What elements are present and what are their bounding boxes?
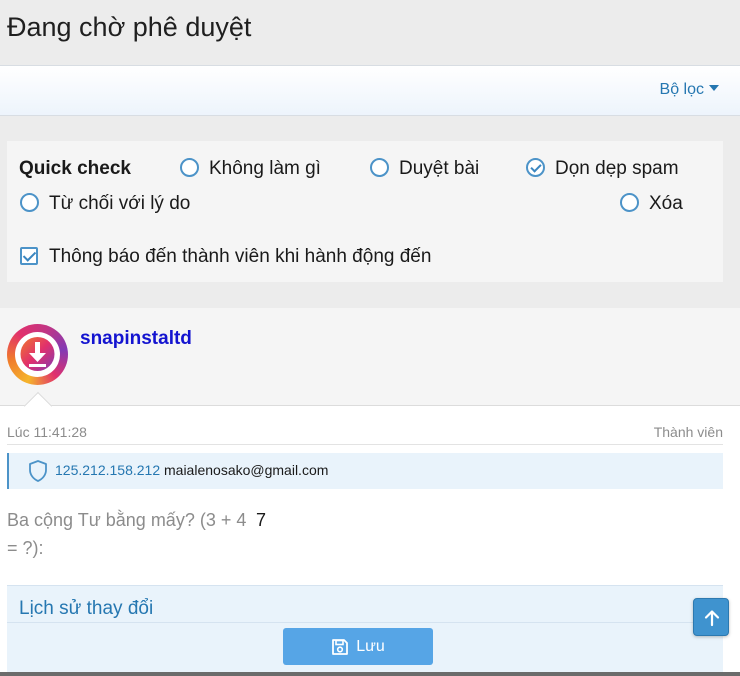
notify-member-option[interactable]: Thông báo đến thành viên khi hành động đ…: [20, 246, 431, 268]
ip-text: 125.212.158.212 maialenosako@gmail.com: [55, 462, 328, 478]
filter-menu-button[interactable]: Bộ lọc: [660, 81, 719, 99]
filter-bar: Bộ lọc: [0, 65, 740, 116]
option-spam-clean[interactable]: Dọn dẹp spam: [526, 158, 679, 180]
option-delete-label: Xóa: [649, 193, 683, 214]
option-approve[interactable]: Duyệt bài: [370, 158, 479, 180]
filter-label: Bộ lọc: [659, 81, 704, 98]
save-button-label: Lưu: [356, 637, 385, 655]
scroll-to-top-button[interactable]: [693, 598, 729, 636]
radio-reject-reason[interactable]: [20, 193, 39, 212]
radio-delete[interactable]: [620, 193, 639, 212]
save-button[interactable]: Lưu: [283, 628, 433, 665]
post-user-area: [0, 308, 740, 406]
divider: [7, 444, 723, 445]
ip-address-link[interactable]: 125.212.158.212: [55, 462, 160, 478]
page-title: Đang chờ phê duyệt: [7, 12, 252, 42]
captcha-question: Ba cộng Tư bằng mấy? (3 + 4 = ?):: [7, 510, 247, 558]
option-reject-reason[interactable]: Từ chối với lý do: [20, 193, 190, 215]
quick-check-label: Quick check: [19, 158, 131, 179]
radio-approve[interactable]: [370, 158, 389, 177]
history-divider: [7, 622, 723, 623]
page-header: Đang chờ phê duyệt: [0, 0, 740, 65]
window-bottom-border: [0, 672, 740, 676]
radio-spam-clean[interactable]: [526, 158, 545, 177]
notify-member-label: Thông báo đến thành viên khi hành động đ…: [49, 246, 432, 267]
option-do-nothing-label: Không làm gì: [209, 158, 321, 179]
ip-info-box: 125.212.158.212 maialenosako@gmail.com: [7, 453, 723, 489]
caret-down-icon: [709, 85, 719, 91]
user-role: Thành viên: [653, 424, 723, 440]
user-email: maialenosako@gmail.com: [164, 462, 329, 478]
avatar[interactable]: [7, 324, 68, 385]
option-reject-reason-label: Từ chối với lý do: [49, 193, 191, 214]
post-username-link[interactable]: snapinstaltd: [80, 328, 192, 350]
floppy-disk-icon: [332, 638, 349, 655]
shield-icon: [29, 460, 47, 482]
radio-do-nothing[interactable]: [180, 158, 199, 177]
option-approve-label: Duyệt bài: [399, 158, 480, 179]
captcha-answer: 7: [256, 510, 267, 530]
notify-member-checkbox[interactable]: [20, 247, 38, 265]
edit-history-link[interactable]: Lịch sử thay đổi: [19, 598, 153, 620]
arrow-up-icon: [704, 610, 720, 627]
option-spam-clean-label: Dọn dẹp spam: [555, 158, 679, 179]
download-icon: [20, 337, 55, 371]
option-do-nothing[interactable]: Không làm gì: [180, 158, 321, 180]
option-delete[interactable]: Xóa: [620, 193, 683, 215]
post-time: Lúc 11:41:28: [7, 424, 87, 440]
